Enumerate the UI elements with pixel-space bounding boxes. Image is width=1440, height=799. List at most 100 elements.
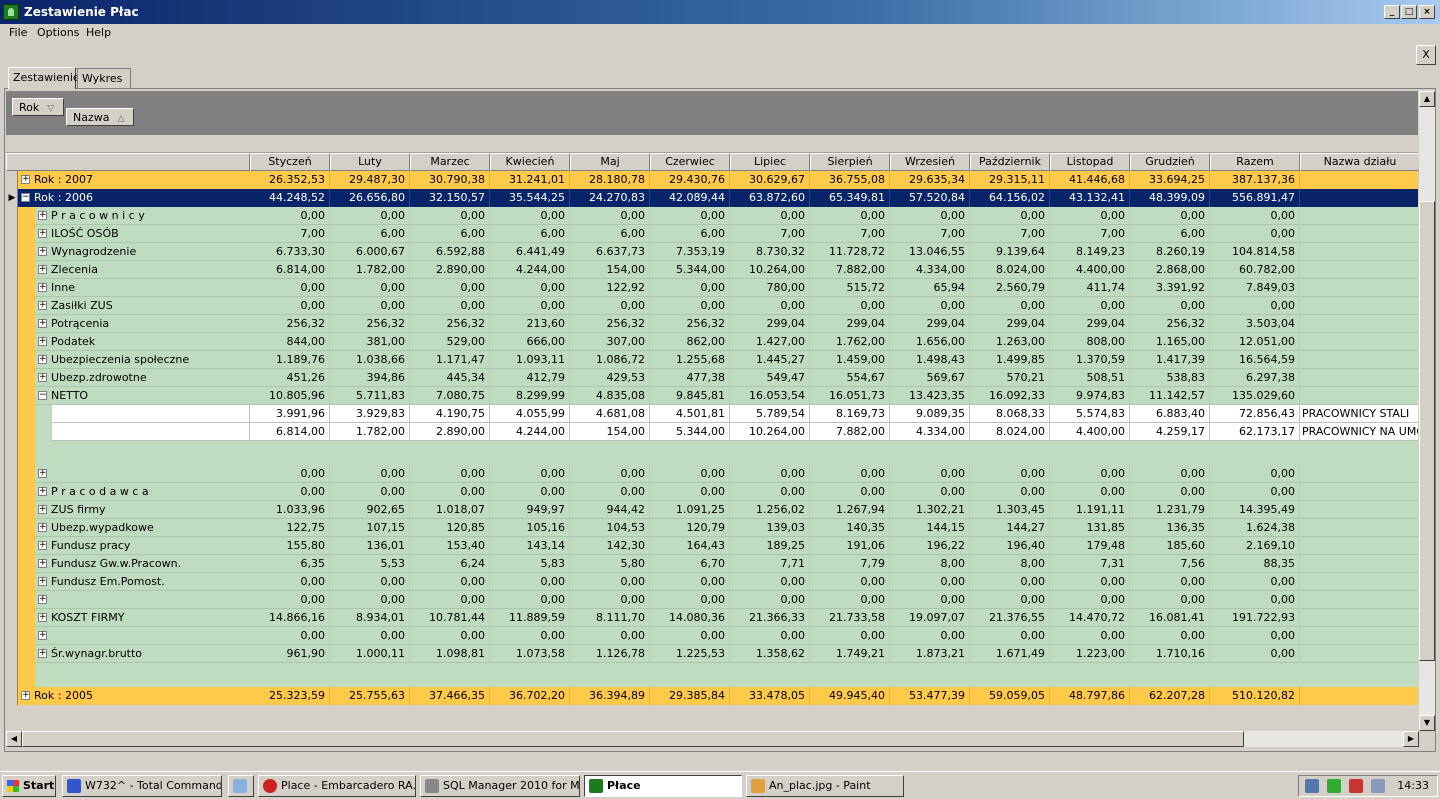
column-header[interactable]: Czerwiec (650, 153, 730, 171)
value-cell[interactable]: 10.805,96 (250, 387, 330, 405)
task-paint[interactable]: An_plac.jpg - Paint (746, 775, 904, 797)
value-cell[interactable]: 902,65 (330, 501, 410, 519)
value-cell[interactable]: 0,00 (250, 465, 330, 483)
column-header[interactable]: Sierpień (810, 153, 890, 171)
value-cell[interactable]: 136,35 (1130, 519, 1210, 537)
value-cell[interactable] (1300, 243, 1418, 261)
value-cell[interactable]: 4.259,17 (1130, 423, 1210, 441)
value-cell[interactable]: 1.459,00 (810, 351, 890, 369)
value-cell[interactable]: 556.891,47 (1210, 189, 1300, 207)
value-cell[interactable]: 3.391,92 (1130, 279, 1210, 297)
task-sql-manager[interactable]: SQL Manager 2010 for M... (420, 775, 580, 797)
value-cell[interactable]: 1.303,45 (970, 501, 1050, 519)
value-cell[interactable]: 8.299,99 (490, 387, 570, 405)
table-row[interactable]: + Ubezp.zdrowotne 451,26 394,86 445,34 412,79… (35, 369, 1418, 387)
task-notepad[interactable] (228, 775, 254, 797)
value-cell[interactable]: 0,00 (890, 627, 970, 645)
value-cell[interactable]: 0,00 (570, 297, 650, 315)
close-button[interactable]: × (1419, 5, 1435, 19)
value-cell[interactable]: 477,38 (650, 369, 730, 387)
value-cell[interactable]: 6.814,00 (250, 423, 330, 441)
value-cell[interactable]: 7,00 (970, 225, 1050, 243)
value-cell[interactable] (1300, 537, 1418, 555)
value-cell[interactable]: 0,00 (250, 279, 330, 297)
value-cell[interactable]: 60.782,00 (1210, 261, 1300, 279)
value-cell[interactable]: 14.866,16 (250, 609, 330, 627)
task-place[interactable]: Płace (584, 775, 742, 797)
value-cell[interactable]: 8.024,00 (970, 423, 1050, 441)
value-cell[interactable] (1300, 279, 1418, 297)
value-cell[interactable]: 0,00 (810, 573, 890, 591)
table-row[interactable]: + ILOŚĆ OSÓB 7,00 6,00 6,00 6,00 6,00 6,00 7,00 7… (35, 225, 1418, 243)
value-cell[interactable]: 48.399,09 (1130, 189, 1210, 207)
expand-icon[interactable]: + (38, 541, 47, 550)
value-cell[interactable]: 666,00 (490, 333, 570, 351)
value-cell[interactable]: 65.349,81 (810, 189, 890, 207)
value-cell[interactable]: 196,40 (970, 537, 1050, 555)
value-cell[interactable] (1300, 591, 1418, 609)
value-cell[interactable]: 1.358,62 (730, 645, 810, 663)
value-cell[interactable]: 3.991,96 (250, 405, 330, 423)
value-cell[interactable]: 11.728,72 (810, 243, 890, 261)
value-cell[interactable]: 1.086,72 (570, 351, 650, 369)
value-cell[interactable]: 19.097,07 (890, 609, 970, 627)
value-cell[interactable]: 411,74 (1050, 279, 1130, 297)
value-cell[interactable]: 0,00 (1130, 465, 1210, 483)
scroll-down-icon[interactable]: ▼ (1419, 715, 1435, 731)
value-cell[interactable]: 1.671,49 (970, 645, 1050, 663)
value-cell[interactable]: 14.470,72 (1050, 609, 1130, 627)
value-cell[interactable]: 16.081,41 (1130, 609, 1210, 627)
value-cell[interactable]: 5.711,83 (330, 387, 410, 405)
value-cell[interactable]: 1.710,16 (1130, 645, 1210, 663)
value-cell[interactable]: 0,00 (730, 627, 810, 645)
value-cell[interactable]: 107,15 (330, 519, 410, 537)
year-group-row[interactable]: + Rok : 2007 26.352,53 29.487,30 30.790,38 31… (18, 171, 1418, 189)
value-cell[interactable]: 412,79 (490, 369, 570, 387)
horizontal-scrollbar[interactable]: ◀ ▶ (6, 731, 1419, 747)
collapse-icon[interactable]: − (38, 391, 47, 400)
column-header[interactable]: Wrzesień (890, 153, 970, 171)
value-cell[interactable]: 1.263,00 (970, 333, 1050, 351)
value-cell[interactable]: 0,00 (570, 573, 650, 591)
value-cell[interactable]: PRACOWNICY STALI (1300, 405, 1418, 423)
value-cell[interactable]: 164,43 (650, 537, 730, 555)
vertical-scrollbar[interactable]: ▲ ▼ (1419, 91, 1435, 731)
value-cell[interactable]: 515,72 (810, 279, 890, 297)
value-cell[interactable] (1300, 573, 1418, 591)
table-row[interactable]: + Potrącenia 256,32 256,32 256,32 213,60 256,3… (35, 315, 1418, 333)
value-cell[interactable]: 256,32 (330, 315, 410, 333)
value-cell[interactable]: 36.702,20 (490, 687, 570, 705)
value-cell[interactable]: 196,22 (890, 537, 970, 555)
filter-row[interactable] (6, 135, 1418, 153)
value-cell[interactable]: 0,00 (250, 573, 330, 591)
value-cell[interactable]: 0,00 (650, 627, 730, 645)
value-cell[interactable] (1300, 297, 1418, 315)
value-cell[interactable]: 0,00 (970, 465, 1050, 483)
value-cell[interactable]: 1.000,11 (330, 645, 410, 663)
value-cell[interactable]: 6.637,73 (570, 243, 650, 261)
table-row[interactable]: + Podatek 844,00 381,00 529,00 666,00 307,00 86… (35, 333, 1418, 351)
value-cell[interactable]: 53.477,39 (890, 687, 970, 705)
value-cell[interactable]: 0,00 (490, 627, 570, 645)
value-cell[interactable] (1300, 369, 1418, 387)
value-cell[interactable]: 122,75 (250, 519, 330, 537)
value-cell[interactable]: 780,00 (730, 279, 810, 297)
table-row[interactable]: +0,00 0,00 0,00 0,00 0,00 0,00 0,00 0,00 0,00 0,0… (35, 591, 1418, 609)
expand-icon[interactable]: + (38, 301, 47, 310)
value-cell[interactable]: 7.849,03 (1210, 279, 1300, 297)
value-cell[interactable]: 16.564,59 (1210, 351, 1300, 369)
value-cell[interactable]: 0,00 (570, 465, 650, 483)
value-cell[interactable]: 0,00 (250, 591, 330, 609)
value-cell[interactable]: 4.501,81 (650, 405, 730, 423)
value-cell[interactable] (1300, 225, 1418, 243)
year-group-row[interactable]: + Rok : 2005 25.323,59 25.755,63 37.466,35 36… (18, 687, 1418, 705)
value-cell[interactable]: 1.255,68 (650, 351, 730, 369)
value-cell[interactable]: 299,04 (1050, 315, 1130, 333)
value-cell[interactable]: 0,00 (330, 591, 410, 609)
expand-icon[interactable]: + (38, 265, 47, 274)
value-cell[interactable]: 1.231,79 (1130, 501, 1210, 519)
value-cell[interactable]: 394,86 (330, 369, 410, 387)
value-cell[interactable]: 808,00 (1050, 333, 1130, 351)
value-cell[interactable]: 5.574,83 (1050, 405, 1130, 423)
value-cell[interactable]: 0,00 (730, 483, 810, 501)
